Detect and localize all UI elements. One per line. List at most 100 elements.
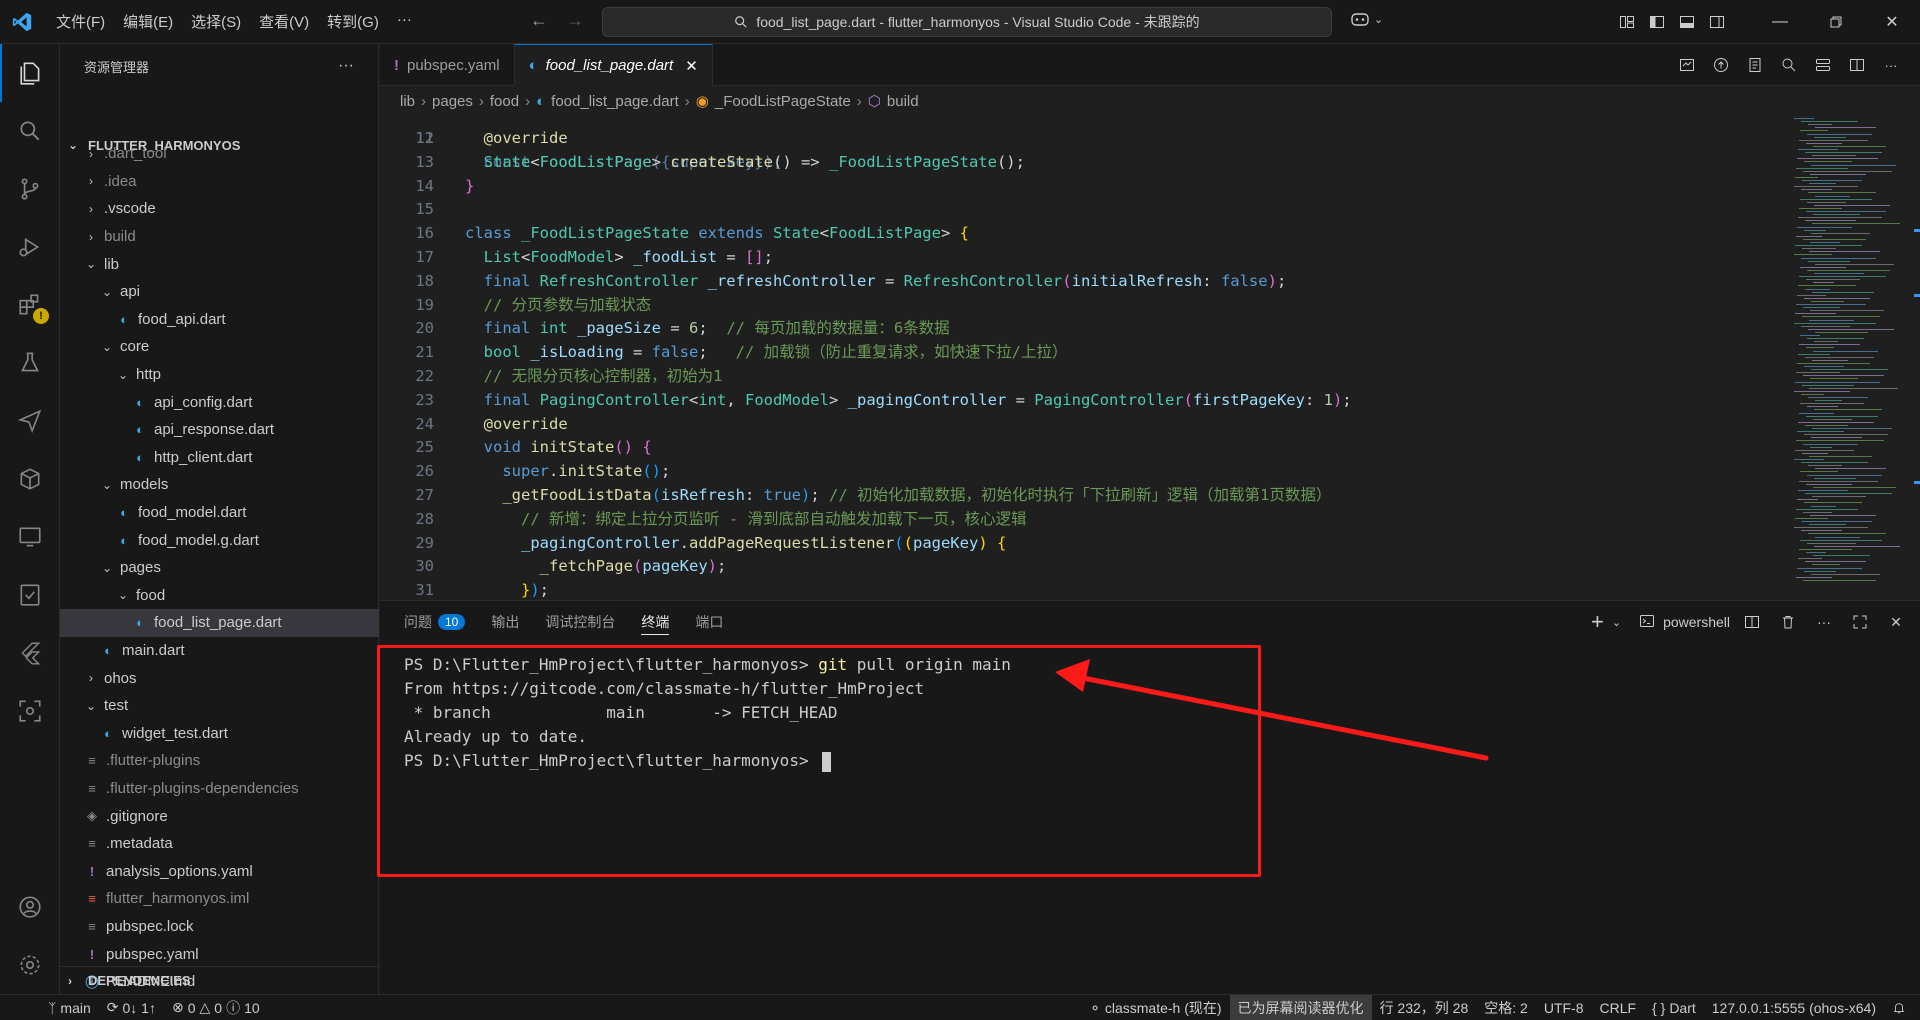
breadcrumb-item[interactable]: pages bbox=[432, 93, 473, 110]
forward-arrow-icon[interactable]: → bbox=[566, 10, 584, 31]
tree-folder[interactable]: ⌄ lib bbox=[60, 250, 379, 278]
tree-file[interactable]: ◈ .gitignore bbox=[60, 802, 379, 830]
tree-file[interactable]: ◐ api_response.dart bbox=[60, 416, 379, 444]
explorer-icon[interactable] bbox=[0, 44, 60, 102]
tree-file[interactable]: ◐ food_model.g.dart bbox=[60, 526, 379, 554]
panel-tab[interactable]: 问题 10 bbox=[404, 601, 466, 643]
open-changes-icon[interactable] bbox=[1740, 50, 1770, 80]
tree-file[interactable]: ≡ .flutter-plugins-dependencies bbox=[60, 775, 379, 803]
minimap[interactable] bbox=[1780, 116, 1920, 600]
tree-folder[interactable]: › .idea bbox=[60, 168, 379, 196]
menu-item[interactable]: 转到(G) bbox=[319, 7, 387, 36]
breadcrumb-item[interactable]: _FoodListPageState bbox=[715, 93, 851, 110]
source-control-icon[interactable] bbox=[0, 160, 60, 218]
tree-file[interactable]: ◐ food_list_page.dart bbox=[60, 609, 379, 637]
tree-file[interactable]: ≡ .flutter-plugins bbox=[60, 747, 379, 775]
back-arrow-icon[interactable]: ← bbox=[530, 10, 548, 31]
blame-status[interactable]: ⚬ classmate-h (现在) bbox=[1081, 995, 1229, 1020]
close-panel-icon[interactable]: ✕ bbox=[1882, 608, 1910, 636]
menu-item[interactable]: 编辑(E) bbox=[115, 7, 181, 36]
split-editor-icon[interactable] bbox=[1842, 50, 1872, 80]
remote-explorer-icon[interactable] bbox=[0, 508, 60, 566]
breadcrumb-item[interactable]: food bbox=[490, 93, 519, 110]
problems-status[interactable]: ⊗ 0 △ 0 ⓘ 10 bbox=[164, 995, 268, 1020]
shell-name[interactable]: powershell bbox=[1663, 614, 1730, 630]
breadcrumb-item[interactable]: build bbox=[887, 93, 919, 110]
code-editor[interactable]: 11 const FoodListPage({super.key}); 12 @… bbox=[380, 116, 1780, 600]
minimize-button[interactable]: — bbox=[1752, 0, 1808, 44]
toggle-secondary-sidebar-icon[interactable] bbox=[1702, 7, 1732, 37]
scan-icon[interactable] bbox=[0, 682, 60, 740]
tree-file[interactable]: ! analysis_options.yaml bbox=[60, 857, 379, 885]
flutter-icon[interactable] bbox=[0, 624, 60, 682]
split-terminal-icon[interactable] bbox=[1738, 608, 1766, 636]
indentation-status[interactable]: 空格: 2 bbox=[1476, 995, 1536, 1020]
compare-icon[interactable] bbox=[1808, 50, 1838, 80]
tree-file[interactable]: ≡ pubspec.lock bbox=[60, 913, 379, 941]
tree-folder[interactable]: ⌄ core bbox=[60, 333, 379, 361]
screen-reader-status[interactable]: 已为屏幕阅读器优化 bbox=[1229, 995, 1372, 1020]
checklist-icon[interactable] bbox=[0, 566, 60, 624]
panel-tab[interactable]: 端口 bbox=[695, 601, 723, 643]
copilot-menu[interactable]: ⌄ bbox=[1350, 10, 1383, 30]
tab-pubspec-yaml[interactable]: ! pubspec.yaml bbox=[380, 44, 515, 86]
tree-file[interactable]: ◐ api_config.dart bbox=[60, 388, 379, 416]
tree-folder[interactable]: › .vscode bbox=[60, 195, 379, 223]
cursor-position[interactable]: 行 232，列 28 bbox=[1372, 995, 1477, 1020]
tree-file[interactable]: ◐ widget_test.dart bbox=[60, 719, 379, 747]
tree-folder[interactable]: › build bbox=[60, 223, 379, 251]
close-tab-icon[interactable]: ✕ bbox=[685, 57, 698, 75]
tree-file[interactable]: ≡ .metadata bbox=[60, 830, 379, 858]
branch-status[interactable]: ᛉ main bbox=[0, 995, 99, 1020]
account-icon[interactable] bbox=[0, 878, 60, 936]
tree-folder[interactable]: ⌄ pages bbox=[60, 554, 379, 582]
testing-icon[interactable] bbox=[0, 334, 60, 392]
close-button[interactable]: ✕ bbox=[1864, 0, 1920, 44]
extensions-icon[interactable]: ! bbox=[0, 276, 60, 334]
encoding-status[interactable]: UTF-8 bbox=[1536, 995, 1592, 1020]
command-center[interactable]: food_list_page.dart - flutter_harmonyos … bbox=[602, 7, 1332, 37]
customize-layout-icon[interactable] bbox=[1612, 7, 1642, 37]
tree-folder[interactable]: ⌄ http bbox=[60, 361, 379, 389]
menu-item[interactable]: 选择(S) bbox=[183, 7, 249, 36]
menu-item[interactable]: 查看(V) bbox=[251, 7, 317, 36]
tree-file[interactable]: ≡ flutter_harmonyos.iml bbox=[60, 885, 379, 913]
panel-tab[interactable]: 终端 bbox=[641, 601, 670, 643]
breadcrumb-item[interactable]: food_list_page.dart bbox=[551, 93, 679, 110]
panel-tab[interactable]: 输出 bbox=[491, 601, 519, 643]
trash-icon[interactable] bbox=[1774, 608, 1802, 636]
tree-file[interactable]: ◐ http_client.dart bbox=[60, 444, 379, 472]
run-debug-icon[interactable] bbox=[0, 218, 60, 276]
dependencies-section-header[interactable]: › DEPENDENCIES bbox=[60, 966, 379, 994]
maximize-panel-icon[interactable] bbox=[1846, 608, 1874, 636]
restore-button[interactable] bbox=[1808, 0, 1864, 44]
tree-folder[interactable]: ⌄ models bbox=[60, 471, 379, 499]
menu-item[interactable]: ··· bbox=[389, 7, 420, 36]
panel-tab[interactable]: 调试控制台 bbox=[545, 601, 615, 643]
notifications-bell-icon[interactable] bbox=[1884, 995, 1920, 1020]
tree-file[interactable]: ◐ food_model.dart bbox=[60, 499, 379, 527]
toggle-primary-sidebar-icon[interactable] bbox=[1642, 7, 1672, 37]
tree-folder[interactable]: ⌄ api bbox=[60, 278, 379, 306]
tree-file[interactable]: ! pubspec.yaml bbox=[60, 940, 379, 968]
settings-gear-icon[interactable] bbox=[0, 936, 60, 994]
breadcrumb-item[interactable]: lib bbox=[400, 93, 415, 110]
more-actions-icon[interactable]: ··· bbox=[1810, 608, 1838, 636]
tab-food-list-page-dart[interactable]: ◐ food_list_page.dart ✕ bbox=[514, 44, 713, 86]
sync-status[interactable]: ⟳ 0↓ 1↑ bbox=[99, 995, 164, 1020]
toggle-panel-icon[interactable] bbox=[1672, 7, 1702, 37]
remote-send-icon[interactable] bbox=[0, 392, 60, 450]
more-actions-icon[interactable]: ··· bbox=[338, 57, 354, 75]
search-icon[interactable] bbox=[0, 102, 60, 160]
find-icon[interactable] bbox=[1774, 50, 1804, 80]
upload-icon[interactable] bbox=[1706, 50, 1736, 80]
cube-icon[interactable] bbox=[0, 450, 60, 508]
tree-folder[interactable]: ⌄ test bbox=[60, 692, 379, 720]
language-status[interactable]: { } Dart bbox=[1644, 995, 1704, 1020]
tree-file[interactable]: ◐ main.dart bbox=[60, 637, 379, 665]
tree-folder[interactable]: › .dart_tool bbox=[60, 140, 379, 168]
more-actions-icon[interactable]: ··· bbox=[1876, 50, 1906, 80]
tree-file[interactable]: ◐ food_api.dart bbox=[60, 306, 379, 334]
chevron-down-icon[interactable]: ⌄ bbox=[1612, 616, 1621, 629]
tree-folder[interactable]: › ohos bbox=[60, 664, 379, 692]
